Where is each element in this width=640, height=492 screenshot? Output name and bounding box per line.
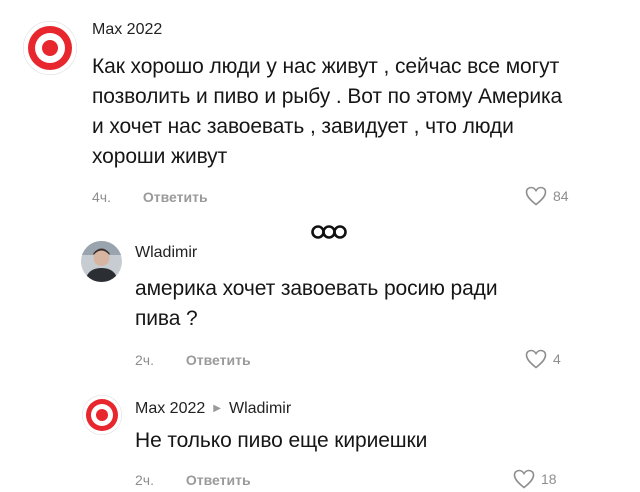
like-button[interactable]: 18: [513, 469, 557, 489]
heart-icon[interactable]: [513, 469, 535, 489]
like-count: 84: [553, 188, 569, 204]
comment-text-line: америка хочет завоевать росию ради: [135, 277, 498, 300]
avatar-wladimir[interactable]: [81, 241, 122, 282]
like-count: 4: [553, 351, 561, 367]
like-count: 18: [541, 471, 557, 487]
comment-max-1: Max 2022 Как хорошо люди у нас живут , с…: [0, 0, 640, 215]
comment-meta: 2ч. Ответить: [135, 472, 251, 488]
comment-time: 2ч.: [135, 352, 154, 368]
comment-author[interactable]: Max 2022: [92, 21, 162, 39]
like-button[interactable]: 4: [525, 349, 561, 369]
comment-text-line: пива ?: [135, 307, 198, 330]
like-button[interactable]: 84: [525, 186, 569, 206]
comment-text-line: и хочет нас завоевать , завидует , что л…: [92, 115, 514, 138]
triangle-right-icon: ▶: [213, 403, 221, 414]
avatar-target[interactable]: [82, 395, 122, 435]
comment-text-line: хороши живут: [92, 145, 228, 168]
reply-button[interactable]: Ответить: [143, 189, 208, 205]
reply-button[interactable]: Ответить: [186, 472, 251, 488]
reply-to-author[interactable]: Wladimir: [229, 400, 291, 417]
comment-text: Не только пиво еще кириешки: [135, 426, 615, 456]
comment-meta: 4ч. Ответить: [92, 189, 208, 205]
comment-time: 2ч.: [135, 472, 154, 488]
comment-author-line: Max 2022 ▶ Wladimir: [135, 400, 291, 418]
comment-text-line: Не только пиво еще кириешки: [135, 429, 428, 452]
comment-time: 4ч.: [92, 189, 111, 205]
comment-author[interactable]: Wladimir: [135, 244, 197, 262]
avatar-target[interactable]: [23, 21, 77, 75]
comment-wladimir: Wladimir америка хочет завоевать росию р…: [0, 230, 640, 380]
comment-text-line: позволить и пиво и рыбу . Вот по этому А…: [92, 85, 563, 108]
comment-max-2: Max 2022 ▶ Wladimir Не только пиво еще кир…: [0, 380, 640, 492]
heart-icon[interactable]: [525, 186, 547, 206]
comment-text: америка хочет завоевать росию ради пива …: [135, 274, 615, 334]
reply-button[interactable]: Ответить: [186, 352, 251, 368]
comment-meta: 2ч. Ответить: [135, 352, 251, 368]
heart-icon[interactable]: [525, 349, 547, 369]
comment-author[interactable]: Max 2022: [135, 400, 205, 417]
comment-text: Как хорошо люди у нас живут , сейчас все…: [92, 52, 637, 172]
comment-text-line: Как хорошо люди у нас живут , сейчас все…: [92, 55, 560, 78]
